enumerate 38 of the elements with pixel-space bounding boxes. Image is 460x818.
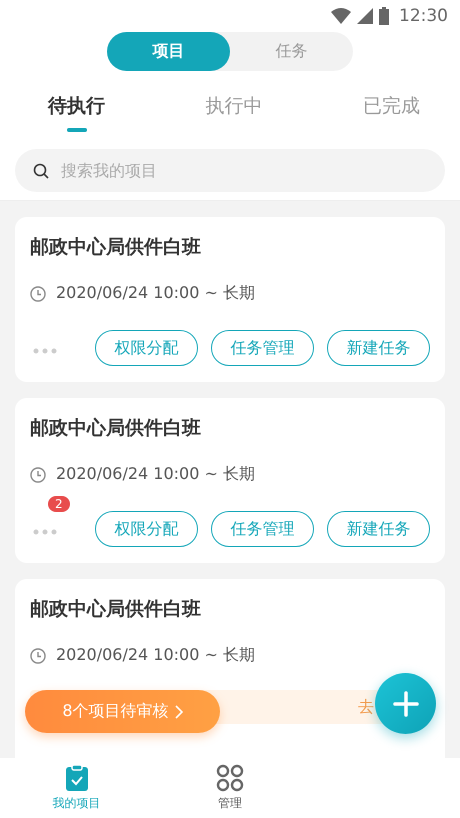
nav-item[interactable]: 管理 xyxy=(153,758,307,818)
status-tab[interactable]: 已完成 xyxy=(351,93,432,141)
project-time: 2020/06/24 10:00 ~ 长期 xyxy=(56,283,255,304)
battery-icon xyxy=(379,7,389,25)
segment-tab[interactable]: 项目 xyxy=(107,32,230,71)
action-button[interactable]: 任务管理 xyxy=(211,511,314,547)
clipboard-icon xyxy=(64,764,89,792)
review-link[interactable]: 去 xyxy=(358,696,374,718)
clock-time: 12:30 xyxy=(399,6,448,26)
project-time: 2020/06/24 10:00 ~ 长期 xyxy=(56,645,255,666)
more-icon[interactable] xyxy=(33,528,57,534)
clock-icon xyxy=(30,466,46,482)
status-tab[interactable]: 待执行 xyxy=(36,93,117,141)
action-button[interactable]: 权限分配 xyxy=(95,511,198,547)
clock-icon xyxy=(30,648,46,664)
plus-icon xyxy=(392,690,418,716)
project-card[interactable]: 邮政中心局供件白班 2020/06/24 10:00 ~ 长期 2 权限分配 任务管理 新建任务 xyxy=(15,398,445,563)
project-title: 邮政中心局供件白班 xyxy=(30,597,202,621)
project-card[interactable]: 邮政中心局供件白班 2020/06/24 10:00 ~ 长期 权限分配 任务管理 新建任务 xyxy=(15,217,445,382)
segment-tab[interactable]: 任务 xyxy=(230,32,353,71)
status-tab[interactable]: 执行中 xyxy=(194,93,274,141)
project-title: 邮政中心局供件白班 xyxy=(30,235,202,259)
signal-icon xyxy=(357,8,373,24)
nav-item[interactable]: 我的项目 xyxy=(0,758,154,818)
more-icon[interactable] xyxy=(33,348,57,354)
wifi-icon xyxy=(331,8,351,24)
count-badge: 2 xyxy=(48,496,70,512)
clock-icon xyxy=(30,286,46,302)
action-button[interactable]: 任务管理 xyxy=(211,330,314,366)
action-button[interactable]: 新建任务 xyxy=(327,511,430,547)
grid-icon xyxy=(216,764,244,792)
action-button[interactable]: 新建任务 xyxy=(327,330,430,366)
review-banner-button[interactable]: 8个项目待审核 xyxy=(25,690,220,733)
action-button[interactable]: 权限分配 xyxy=(95,330,198,366)
chevron-icon xyxy=(174,704,183,718)
project-time: 2020/06/24 10:00 ~ 长期 xyxy=(56,464,255,485)
project-title: 邮政中心局供件白班 xyxy=(30,416,202,440)
search-field[interactable]: 搜索我的项目 xyxy=(15,149,445,192)
